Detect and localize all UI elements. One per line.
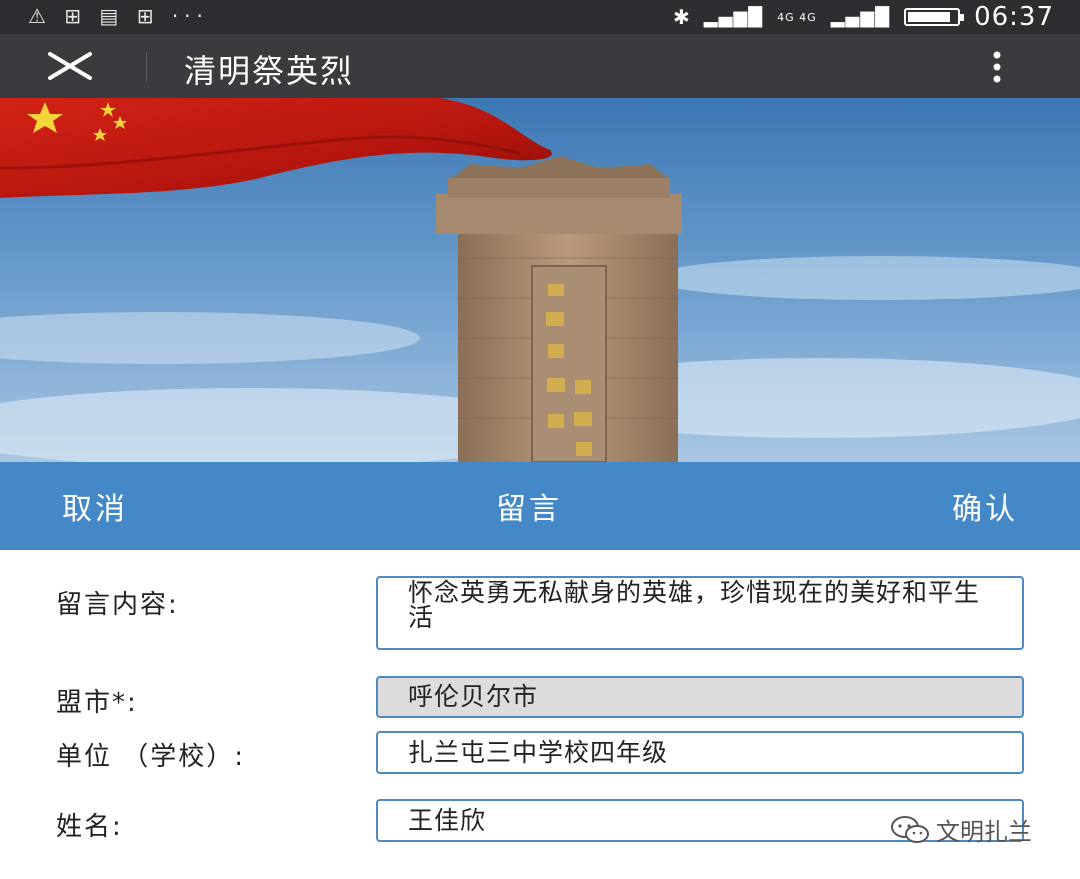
message-icon: ▤ [99,4,125,28]
status-right: ✱ ▂▄▆█ 4G 4G ▂▄▆█ 06:37 [673,0,1054,34]
signal-sim2-icon: ▂▄▆█ [830,6,891,28]
title-divider [146,52,147,82]
name-label: 姓名: [56,812,123,842]
close-button[interactable] [44,48,100,84]
hero-banner-image [0,98,1080,462]
cancel-button[interactable]: 取消 [62,484,128,528]
status-bar: ⚠ ⊞ ▤ ⊞ ··· ✱ ▂▄▆█ 4G 4G ▂▄▆█ 06:37 [0,0,1080,34]
battery-icon [904,8,965,26]
monument-image [0,98,1080,462]
data-icon: ⊞ [136,4,160,28]
network-type-label: 4G 4G [777,10,817,24]
data-icon: ⊞ [64,4,88,28]
signal-sim1-icon: ▂▄▆█ [703,6,764,28]
close-icon [48,52,92,80]
action-bar: 取消 留言 确认 [0,462,1080,550]
watermark-text: 文明扎兰 [936,818,1032,846]
more-vertical-icon [993,51,1001,83]
page-title: 清明祭英烈 [184,52,355,90]
bluetooth-icon: ✱ [673,5,690,29]
action-bar-title: 留言 [496,492,562,527]
confirm-button[interactable]: 确认 [952,484,1018,528]
more-icon: ··· [171,4,209,28]
clock: 06:37 [974,2,1054,32]
warning-icon: ⚠ [28,4,52,28]
message-textarea[interactable]: 怀念英勇无私献身的英雄，珍惜现在的美好和平生活 [376,576,1024,650]
unit-label: 单位 （学校）: [56,742,246,772]
notification-icons: ⚠ ⊞ ▤ ⊞ ··· [28,4,209,28]
more-menu-button[interactable] [982,48,1012,86]
city-select[interactable]: 呼伦贝尔市 [376,676,1024,718]
city-label: 盟市*: [56,688,138,718]
unit-input[interactable]: 扎兰屯三中学校四年级 [376,731,1024,774]
wechat-icon [891,815,929,843]
watermark: 文明扎兰 [890,812,1032,847]
message-label: 留言内容: [56,590,179,620]
title-bar: 清明祭英烈 [0,34,1080,98]
